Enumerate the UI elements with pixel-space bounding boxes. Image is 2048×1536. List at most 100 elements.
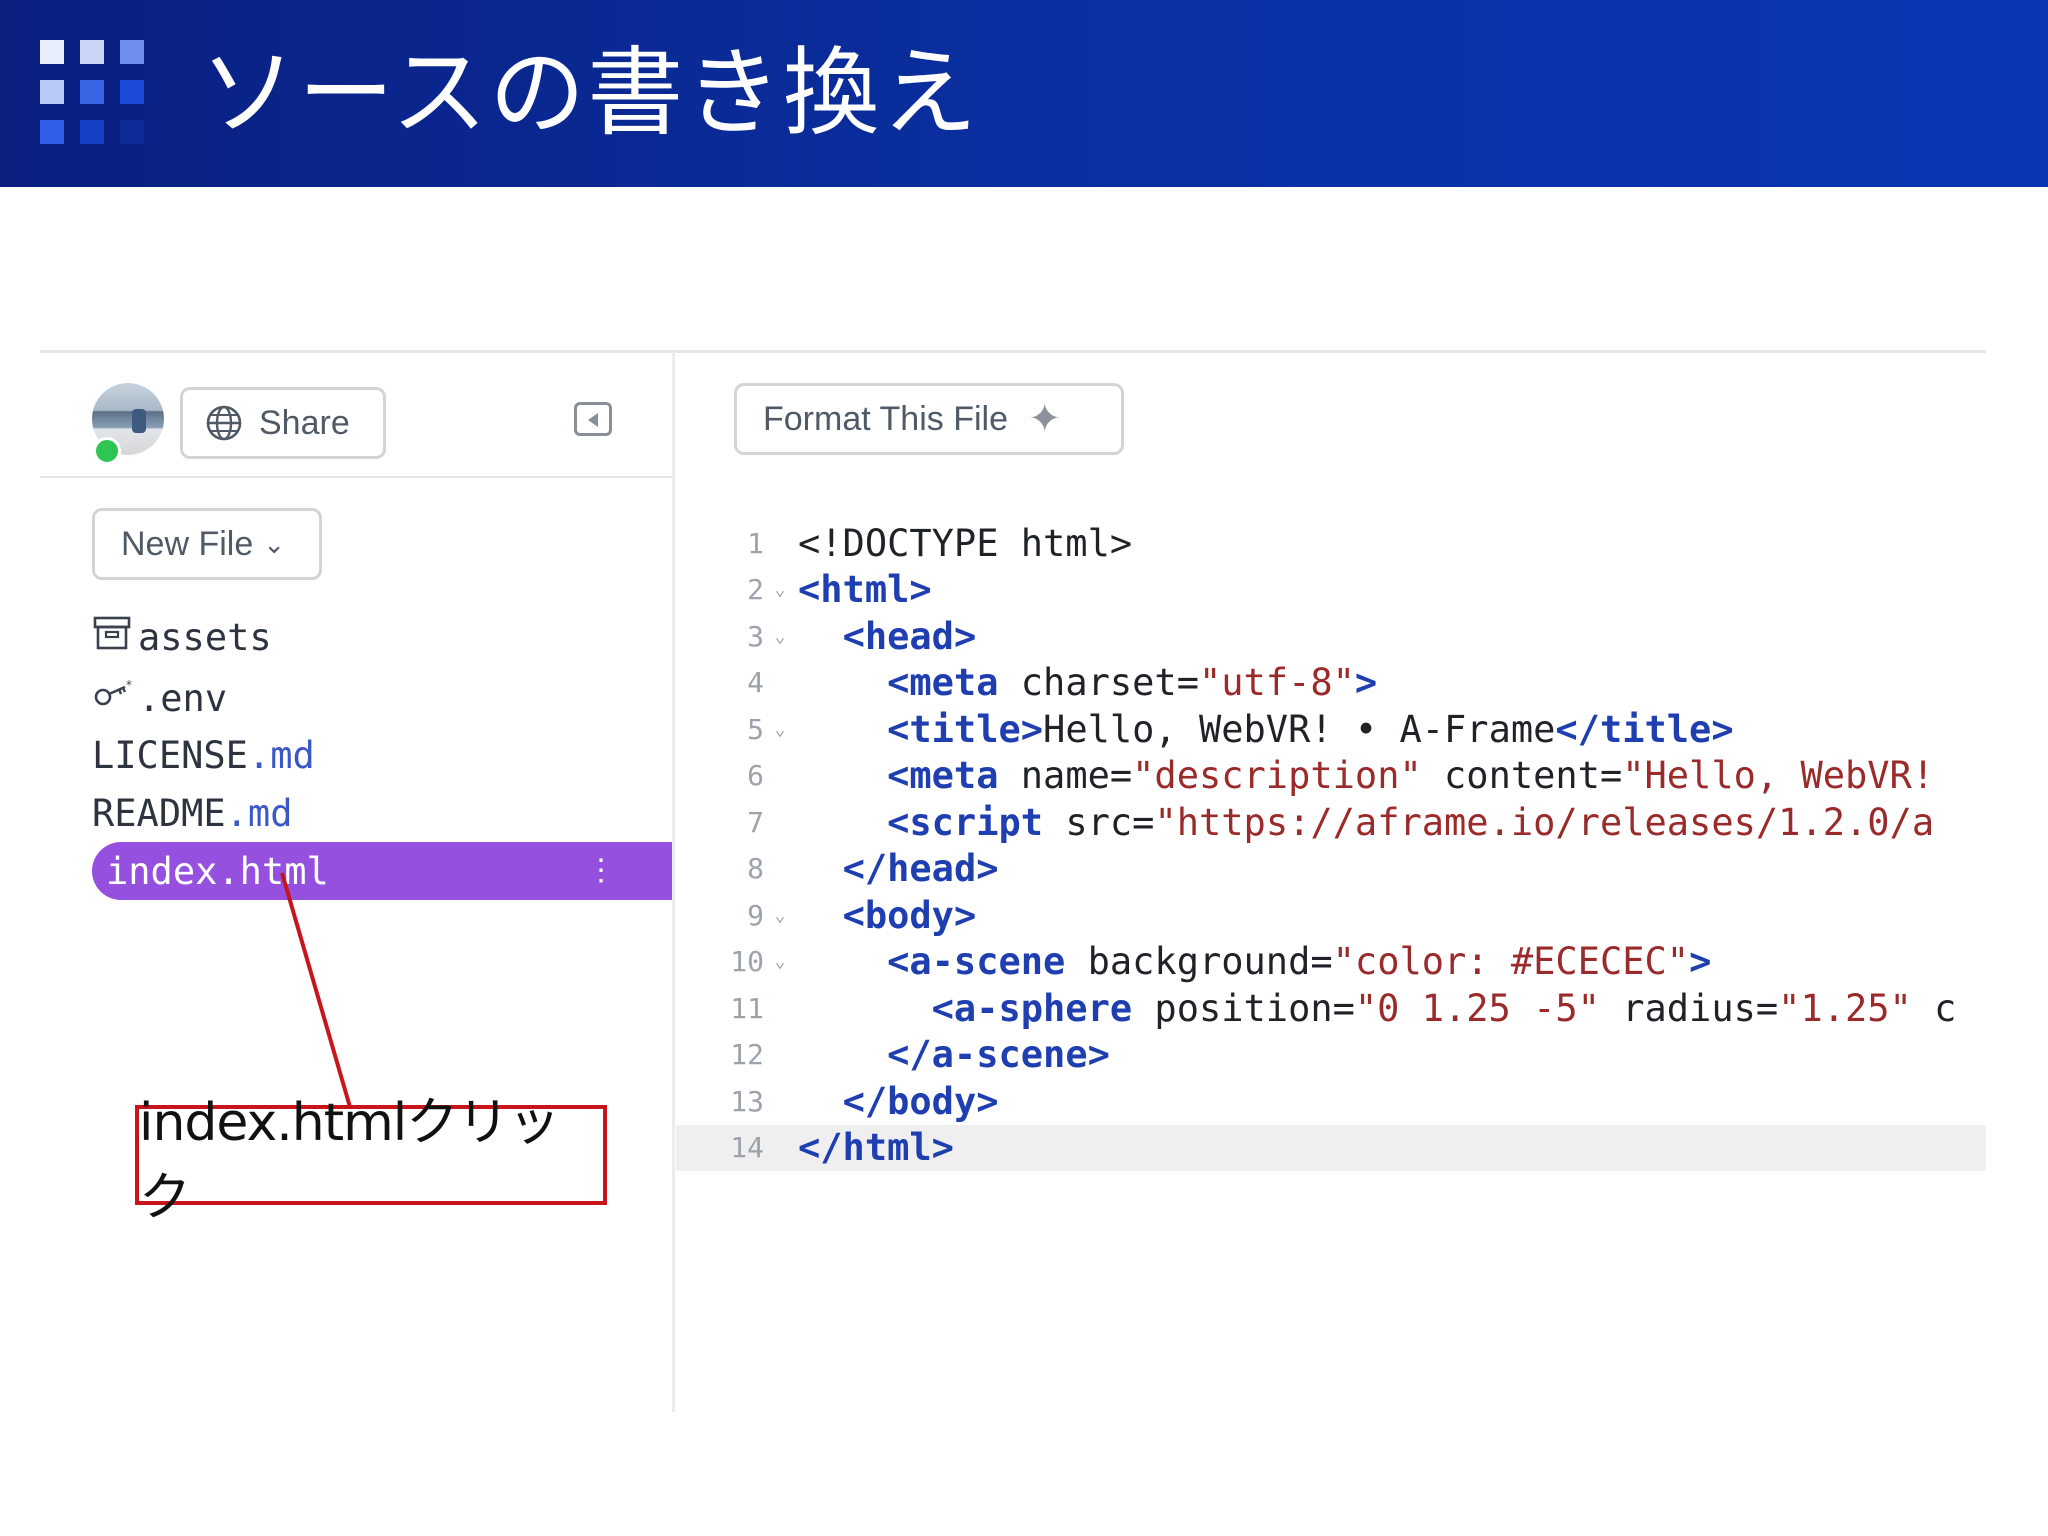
code-line[interactable]: 6 <meta name="description" content="Hell…: [676, 753, 1986, 800]
code-token: "1.25": [1778, 986, 1912, 1030]
code-line[interactable]: 5 ⌄ <title>Hello, WebVR! • A-Frame</title…: [676, 706, 1986, 753]
online-status-icon: [93, 437, 121, 465]
code-text: <!DOCTYPE html>: [796, 522, 1132, 565]
code-token: name=: [998, 754, 1133, 798]
fold-chevron-icon[interactable]: ⌄: [764, 951, 796, 972]
chevron-down-icon: ⌄: [263, 528, 286, 559]
code-line[interactable]: 10 ⌄ <a-scene background="color: #ECECEC"…: [676, 939, 1986, 986]
code-text: <script src="https://aframe.io/releases/…: [796, 801, 1934, 844]
code-text: <title>Hello, WebVR! • A-Frame</title>: [796, 708, 1734, 751]
fold-chevron-icon[interactable]: ⌄: [764, 579, 796, 600]
svg-text:*: *: [126, 678, 132, 692]
code-token: "description": [1132, 754, 1422, 798]
code-text: <meta charset="utf-8">: [796, 661, 1377, 704]
code-token: background=: [1065, 940, 1333, 984]
code-line[interactable]: 2 ⌄ <html>: [676, 567, 1986, 614]
code-line[interactable]: 13 </body>: [676, 1078, 1986, 1125]
code-text: </head>: [796, 847, 999, 890]
code-token: radius=: [1599, 986, 1779, 1030]
code-text: <html>: [796, 568, 932, 611]
file-name: LICENSE: [92, 733, 248, 777]
code-text: </a-scene>: [796, 1033, 1110, 1076]
code-line[interactable]: 3 ⌄ <head>: [676, 613, 1986, 660]
code-line[interactable]: 11 <a-sphere position="0 1.25 -5" radius…: [676, 985, 1986, 1032]
code-line[interactable]: 4 <meta charset="utf-8">: [676, 660, 1986, 707]
slide-header: ソースの書き換え: [0, 0, 2048, 187]
callout-box: index.htmlクリック: [135, 1093, 607, 1228]
file-item-env[interactable]: * .env: [92, 671, 227, 725]
file-item-index-html[interactable]: index.html ⋮: [92, 842, 672, 900]
file-name: .env: [138, 676, 228, 720]
logo-grid-icon: [40, 40, 150, 150]
code-token: Hello, WebVR! • A-Frame: [1043, 707, 1556, 751]
code-token: <meta: [887, 754, 999, 798]
slide-title: ソースの書き換え: [200, 37, 980, 149]
code-token: <html>: [798, 568, 932, 612]
code-editor[interactable]: 1 <!DOCTYPE html> 2 ⌄ <html> 3 ⌄ <head> 4 …: [676, 520, 1986, 1180]
callout-text: index.htmlクリック: [139, 1093, 560, 1228]
code-text: <a-sphere position="0 1.25 -5" radius="1…: [796, 986, 1957, 1030]
file-item-readme[interactable]: README .md: [92, 786, 292, 840]
code-token: charset=: [998, 661, 1199, 705]
new-file-button[interactable]: New File ⌄: [92, 508, 322, 580]
line-number: 13: [730, 1084, 764, 1118]
more-options-icon[interactable]: ⋮: [586, 854, 616, 888]
code-line[interactable]: 9 ⌄ <body>: [676, 892, 1986, 939]
code-text: </html>: [796, 1126, 954, 1169]
new-file-label: New File: [121, 524, 254, 563]
code-text: </body>: [796, 1080, 999, 1123]
code-line[interactable]: 7 <script src="https://aframe.io/release…: [676, 799, 1986, 846]
code-token: "0 1.25 -5": [1354, 986, 1600, 1030]
fold-chevron-icon[interactable]: ⌄: [764, 719, 796, 740]
code-token: <title>: [887, 707, 1044, 751]
code-token: <body>: [842, 893, 977, 937]
file-item-license[interactable]: LICENSE .md: [92, 728, 315, 782]
code-token: </body>: [842, 1079, 999, 1123]
line-number: 6: [747, 759, 764, 793]
file-extension: .md: [225, 791, 293, 835]
code-token: </head>: [842, 847, 999, 891]
code-line-active[interactable]: 14 </html>: [676, 1124, 1986, 1171]
panel-divider: [672, 352, 675, 1412]
code-text: <body>: [796, 893, 977, 937]
line-number: 3: [747, 619, 764, 653]
fold-chevron-icon[interactable]: ⌄: [764, 626, 796, 647]
code-token: </a-scene>: [887, 1033, 1110, 1077]
code-line[interactable]: 8 </head>: [676, 846, 1986, 893]
code-token: >: [1689, 940, 1712, 984]
fold-chevron-icon[interactable]: ⌄: [764, 905, 796, 926]
code-token: >: [1354, 661, 1378, 705]
collapse-sidebar-icon[interactable]: [574, 402, 612, 436]
code-line[interactable]: 1 <!DOCTYPE html>: [676, 520, 1986, 567]
code-text: <head>: [796, 615, 977, 658]
file-item-assets[interactable]: assets: [92, 610, 272, 664]
archive-box-icon: [92, 615, 138, 660]
line-number: 4: [747, 666, 764, 700]
globe-icon: [206, 405, 242, 441]
file-name: index.html: [106, 849, 329, 893]
code-token: "https://aframe.io/releases/1.2.0/a: [1154, 800, 1935, 844]
line-number: 10: [730, 945, 764, 979]
divider: [40, 350, 1986, 353]
file-extension: .md: [247, 733, 315, 777]
format-file-button[interactable]: Format This File ✦: [734, 383, 1124, 455]
code-token: </title>: [1555, 707, 1734, 751]
share-button[interactable]: Share: [180, 387, 386, 459]
code-text: <a-scene background="color: #ECECEC">: [796, 940, 1711, 983]
code-token: </html>: [798, 1126, 954, 1170]
code-token: "utf-8": [1198, 661, 1355, 705]
line-number: 2: [747, 573, 764, 607]
code-line[interactable]: 12 </a-scene>: [676, 1032, 1986, 1079]
share-label: Share: [259, 403, 350, 442]
line-number: 5: [747, 712, 764, 746]
code-token: c: [1911, 986, 1957, 1030]
code-token: position=: [1132, 986, 1355, 1030]
code-token: <script: [887, 800, 1044, 844]
file-name: assets: [138, 615, 272, 659]
sparkle-icon: ✦: [1027, 397, 1062, 441]
code-text: <meta name="description" content="Hello,…: [796, 754, 1934, 797]
divider: [40, 476, 672, 478]
line-number: 8: [747, 852, 764, 886]
line-number: 12: [730, 1038, 764, 1072]
line-number: 7: [747, 805, 764, 839]
